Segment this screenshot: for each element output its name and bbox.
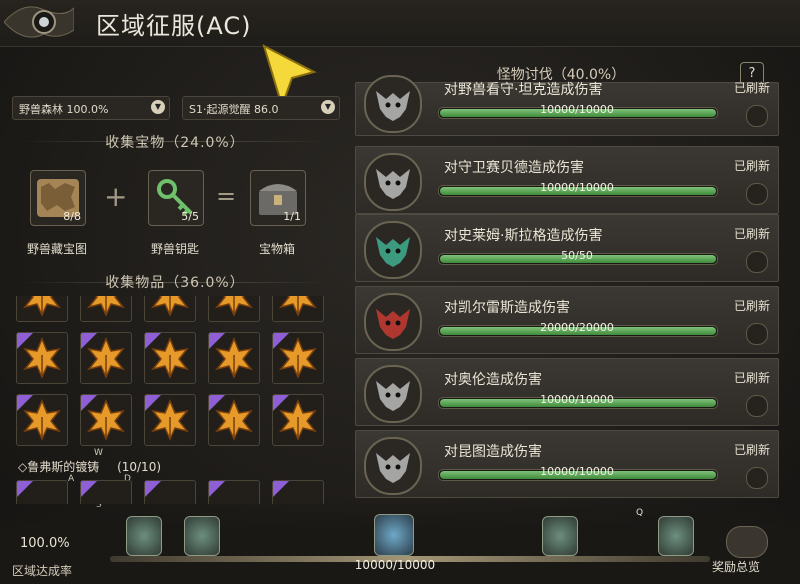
quest-claim-checkbox[interactable] [746, 323, 768, 345]
monster-icon [364, 221, 422, 279]
quest-name: 对野兽看守·坦克造成伤害 [444, 82, 603, 98]
reward-node-icon[interactable] [542, 516, 578, 556]
quest-progress-value: 10000/10000 [540, 393, 614, 406]
quest-row[interactable]: 对守卫赛贝德造成伤害 已刷新 10000/10000 [355, 146, 779, 214]
quest-claim-checkbox[interactable] [746, 183, 768, 205]
quest-progress-value: 10000/10000 [540, 103, 614, 116]
quest-claim-checkbox[interactable] [746, 395, 768, 417]
quest-progress-value: 20000/20000 [540, 321, 614, 334]
reward-node-icon[interactable] [126, 516, 162, 556]
reward-node-icon[interactable] [658, 516, 694, 556]
quest-claim-checkbox[interactable] [746, 105, 768, 127]
quest-row[interactable]: 对凯尔雷斯造成伤害 已刷新 20000/20000 [355, 286, 779, 354]
area-rate: 100.0% [20, 536, 70, 551]
quest-status: 已刷新 [733, 371, 770, 385]
quest-list: 对野兽看守·坦克造成伤害 已刷新 10000/10000 对守卫赛贝德造成伤害 已刷新 1… [0, 0, 800, 500]
area-rate-label: 区域达成率 [12, 564, 73, 578]
quest-status: 已刷新 [733, 159, 770, 173]
monster-icon [364, 75, 422, 133]
monster-icon [364, 293, 422, 351]
quest-claim-checkbox[interactable] [746, 251, 768, 273]
quest-name: 对奥伦造成伤害 [444, 372, 542, 388]
quest-row[interactable]: 对奥伦造成伤害 已刷新 10000/10000 [355, 358, 779, 426]
quest-progress-value: 10000/10000 [540, 465, 614, 478]
monster-icon [364, 437, 422, 495]
quest-row[interactable]: 对野兽看守·坦克造成伤害 已刷新 10000/10000 [355, 75, 779, 136]
reward-node-icon[interactable] [184, 516, 220, 556]
quest-name: 对昆图造成伤害 [444, 444, 542, 460]
quest-name: 对史莱姆·斯拉格造成伤害 [444, 228, 603, 244]
quest-claim-checkbox[interactable] [746, 467, 768, 489]
quest-row[interactable]: 对史莱姆·斯拉格造成伤害 已刷新 50/50 [355, 214, 779, 282]
quest-name: 对凯尔雷斯造成伤害 [444, 300, 570, 316]
game-window: 区域征服(AC) 野兽森林 100.0% ▼ S1·起源觉醒 86.0 ▼ 收集… [0, 0, 800, 584]
quest-status: 已刷新 [733, 81, 770, 95]
quest-name: 对守卫赛贝德造成伤害 [444, 160, 584, 176]
area-progress-value: 10000/10000 [354, 558, 436, 572]
quest-row[interactable]: 对昆图造成伤害 已刷新 10000/10000 [355, 430, 779, 498]
quest-status: 已刷新 [733, 299, 770, 313]
reward-node-icon[interactable] [374, 514, 414, 556]
quest-progress-value: 50/50 [561, 249, 593, 262]
reward-overview-label[interactable]: 奖励总览 [712, 558, 760, 575]
quest-progress-value: 10000/10000 [540, 181, 614, 194]
monster-icon [364, 365, 422, 423]
quest-status: 已刷新 [733, 443, 770, 457]
key-hint-q: Q [636, 508, 644, 518]
monster-icon [364, 153, 422, 211]
quest-status: 已刷新 [733, 227, 770, 241]
reward-overview-icon[interactable] [726, 526, 768, 558]
